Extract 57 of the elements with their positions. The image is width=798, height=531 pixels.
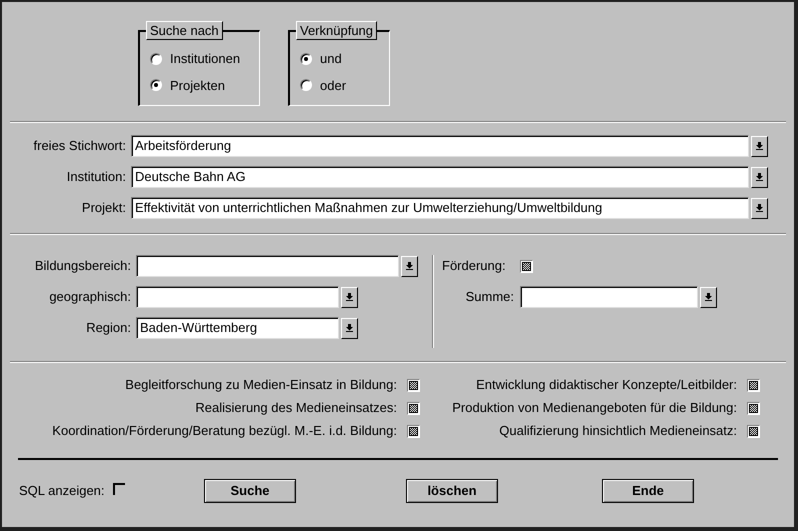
radio-button[interactable] xyxy=(150,79,162,92)
caret-icon xyxy=(346,324,353,332)
input-field[interactable]: Arbeitsförderung xyxy=(131,135,749,157)
field-label: Region: xyxy=(85,319,132,338)
field-label: Förderung: xyxy=(442,257,507,276)
caret-icon xyxy=(756,204,763,212)
input-field[interactable] xyxy=(136,286,339,308)
checkbox[interactable] xyxy=(407,424,420,438)
field-label: Institution: xyxy=(66,168,127,186)
checkbox[interactable] xyxy=(747,424,760,438)
category-label: Koordination/Förderung/Beratung bezügl. M.-E. i.d. Bildung: xyxy=(52,422,397,440)
caret-icon xyxy=(346,293,353,301)
checkbox[interactable] xyxy=(407,378,420,392)
dropdown-button[interactable] xyxy=(341,286,358,308)
group-title: Verknüpfung xyxy=(296,21,378,40)
dropdown-button[interactable] xyxy=(751,166,768,188)
caret-icon xyxy=(756,173,763,181)
caret-icon xyxy=(756,142,763,150)
field-label: Summe: xyxy=(464,288,515,306)
dropdown-button[interactable] xyxy=(751,136,768,156)
category-label: Produktion von Medienangeboten für die Bildung: xyxy=(452,399,737,418)
caret-icon xyxy=(705,293,712,301)
category-label: Realisierung des Medieneinsatzes: xyxy=(195,399,397,418)
category-label: Begleitforschung zu Medien-Einsatz in Bildung: xyxy=(125,376,397,394)
input-field[interactable]: Deutsche Bahn AG xyxy=(131,166,749,188)
input-field[interactable] xyxy=(520,286,698,308)
checkbox[interactable] xyxy=(747,402,760,414)
dropdown-button[interactable] xyxy=(341,318,358,338)
action-button[interactable]: löschen xyxy=(406,479,498,503)
field-label: freies Stichwort: xyxy=(32,137,127,156)
sql-label: SQL anzeigen: xyxy=(19,482,105,500)
field-label: Projekt: xyxy=(80,199,127,218)
field-label: geographisch: xyxy=(48,288,132,306)
category-label: Entwicklung didaktischer Konzepte/Leitbilder: xyxy=(476,376,737,394)
radio-button[interactable] xyxy=(150,52,162,65)
radio-label: oder xyxy=(320,76,346,94)
radio-button[interactable] xyxy=(300,79,312,92)
checkbox[interactable] xyxy=(520,260,533,272)
action-button[interactable]: Suche xyxy=(204,479,296,503)
field-label: Bildungsbereich: xyxy=(34,257,132,276)
caret-icon xyxy=(406,262,413,270)
radio-label: und xyxy=(320,50,342,68)
input-field[interactable] xyxy=(136,255,399,277)
radio-label: Institutionen xyxy=(170,50,240,68)
dropdown-button[interactable] xyxy=(700,286,717,308)
dropdown-button[interactable] xyxy=(751,198,768,218)
input-field[interactable]: Effektivität von unterrichtlichen Maßnahmen zur Umwelterziehung/Umweltbildung xyxy=(131,197,749,219)
dropdown-button[interactable] xyxy=(401,256,418,276)
group-title: Suche nach xyxy=(146,21,223,40)
radio-button[interactable] xyxy=(300,52,312,65)
category-label: Qualifizierung hinsichtlich Medieneinsatz: xyxy=(499,422,737,440)
radio-label: Projekten xyxy=(170,76,225,95)
checkbox[interactable] xyxy=(407,402,420,414)
checkbox[interactable] xyxy=(747,378,760,392)
input-field[interactable]: Baden-Württemberg xyxy=(136,317,339,339)
checkbox[interactable] xyxy=(112,483,125,495)
action-button[interactable]: Ende xyxy=(602,479,694,503)
